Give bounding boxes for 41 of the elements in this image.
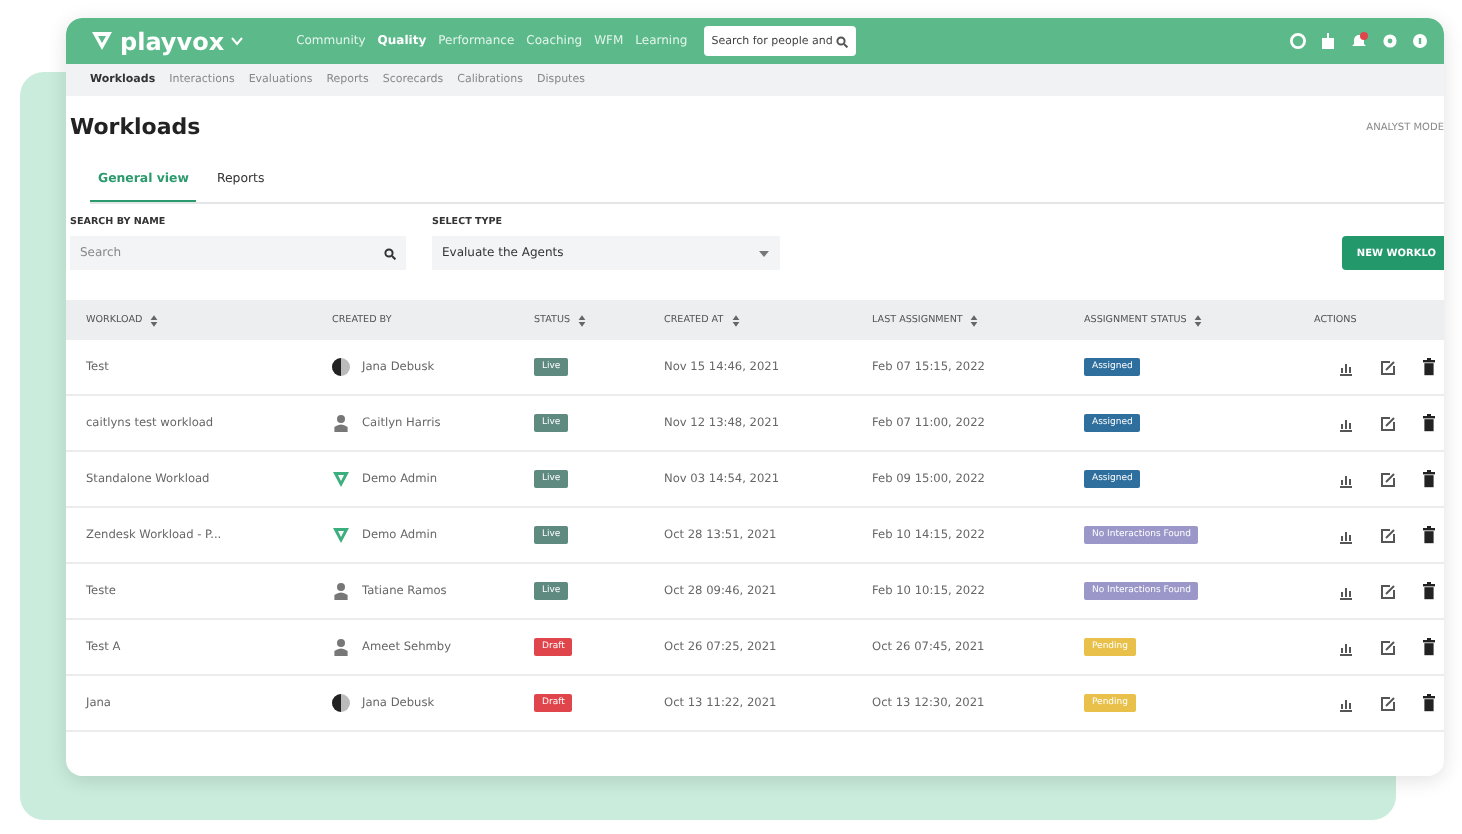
- edit-icon[interactable]: [1380, 527, 1396, 543]
- logo-icon: [332, 526, 350, 544]
- avatar-icon: [332, 694, 350, 712]
- edit-icon[interactable]: [1380, 415, 1396, 431]
- caret-icon: [758, 249, 770, 257]
- chart-icon[interactable]: [1338, 359, 1354, 375]
- edit-icon[interactable]: [1380, 695, 1396, 711]
- person-icon: [332, 582, 350, 600]
- chart-icon[interactable]: [1338, 415, 1354, 431]
- edit-icon[interactable]: [1380, 583, 1396, 599]
- trash-icon[interactable]: [1422, 526, 1436, 544]
- search-icon: [835, 35, 848, 47]
- avatar-icon: [332, 358, 350, 376]
- edit-icon[interactable]: [1380, 639, 1396, 655]
- trash-icon[interactable]: [1422, 470, 1436, 488]
- person-icon: [332, 414, 350, 432]
- trash-icon[interactable]: [1422, 694, 1436, 712]
- logo-text[interactable]: playvox: [120, 27, 225, 55]
- sort-icon[interactable]: [970, 313, 979, 327]
- edit-icon[interactable]: [1380, 359, 1396, 375]
- chart-icon[interactable]: [1338, 471, 1354, 487]
- chart-icon[interactable]: [1338, 583, 1354, 599]
- page-title: Workloads: [70, 114, 201, 140]
- edit-icon[interactable]: [1380, 471, 1396, 487]
- search-icon: [384, 247, 396, 259]
- logo-icon: [332, 470, 350, 488]
- trash-icon[interactable]: [1422, 638, 1436, 656]
- chart-icon[interactable]: [1338, 695, 1354, 711]
- trash-icon[interactable]: [1422, 582, 1436, 600]
- sort-icon[interactable]: [578, 313, 586, 327]
- sort-icon[interactable]: [731, 313, 740, 327]
- chevron-down-icon: [230, 36, 245, 46]
- sort-icon[interactable]: [1194, 313, 1203, 327]
- bell-icon[interactable]: [1350, 32, 1368, 50]
- sort-icon[interactable]: [150, 313, 159, 327]
- trash-icon[interactable]: [1422, 414, 1436, 432]
- logo-icon: [90, 30, 114, 52]
- chart-icon[interactable]: [1338, 639, 1354, 655]
- trash-icon[interactable]: [1422, 358, 1436, 376]
- person-icon: [332, 638, 350, 656]
- chart-icon[interactable]: [1338, 527, 1354, 543]
